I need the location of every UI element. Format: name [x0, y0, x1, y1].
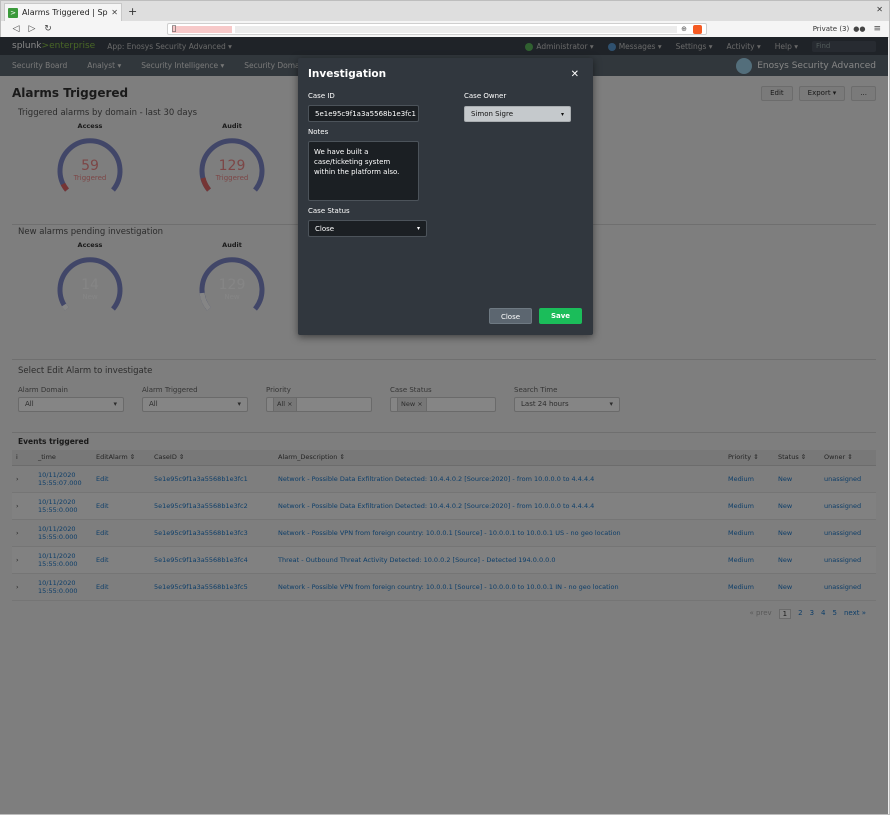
- private-indicator: Private (3): [812, 25, 850, 33]
- browser-navbar: ◁ ▷ ↻ ▯ ⊕ Private (3) ●● ≡: [1, 21, 889, 38]
- notes-textarea[interactable]: We have built a case/ticketing system wi…: [308, 141, 419, 201]
- private-mask-icon: ●●: [853, 25, 866, 33]
- tab-bar: > Alarms Triggered | Splunk ✕ + ✕: [1, 1, 889, 21]
- close-button[interactable]: Close: [489, 308, 532, 324]
- splunk-favicon-icon: >: [8, 7, 18, 18]
- case-id-field[interactable]: 5e1e95c9f1a3a5568b1e3fc1: [308, 105, 419, 122]
- chevron-down-icon: ▾: [416, 225, 420, 232]
- save-button[interactable]: Save: [539, 308, 582, 324]
- investigation-modal: Investigation ✕ Case ID 5e1e95c9f1a3a556…: [298, 58, 593, 335]
- browser-tab[interactable]: > Alarms Triggered | Splunk ✕: [4, 3, 122, 21]
- back-icon[interactable]: ◁: [9, 24, 23, 34]
- case-status-label: Case Status: [308, 207, 350, 215]
- close-icon[interactable]: ✕: [571, 69, 579, 80]
- tab-close-icon[interactable]: ✕: [111, 8, 118, 17]
- bookmark-icon[interactable]: ▯: [167, 24, 181, 34]
- case-status-select[interactable]: Close ▾: [308, 220, 427, 237]
- tab-title: Alarms Triggered | Splunk: [22, 8, 108, 17]
- new-tab-button[interactable]: +: [128, 3, 137, 21]
- case-owner-label: Case Owner: [464, 92, 507, 100]
- url-bar[interactable]: ⊕: [167, 23, 707, 35]
- case-owner-value: Simon Sigre: [471, 110, 514, 118]
- brave-shield-icon[interactable]: [693, 24, 702, 34]
- reload-icon[interactable]: ↻: [41, 24, 55, 34]
- url-host-redacted: [172, 25, 232, 33]
- case-owner-select[interactable]: Simon Sigre ▾: [464, 106, 571, 122]
- window-close-button[interactable]: ✕: [876, 5, 883, 14]
- modal-title: Investigation: [308, 68, 387, 80]
- forward-icon[interactable]: ▷: [25, 24, 39, 34]
- case-id-label: Case ID: [308, 92, 335, 100]
- zoom-icon[interactable]: ⊕: [681, 25, 687, 33]
- url-path-redacted: [235, 25, 678, 33]
- case-status-value: Close: [315, 224, 335, 233]
- menu-icon[interactable]: ≡: [873, 24, 881, 34]
- notes-label: Notes: [308, 128, 329, 136]
- chevron-down-icon: ▾: [560, 110, 564, 118]
